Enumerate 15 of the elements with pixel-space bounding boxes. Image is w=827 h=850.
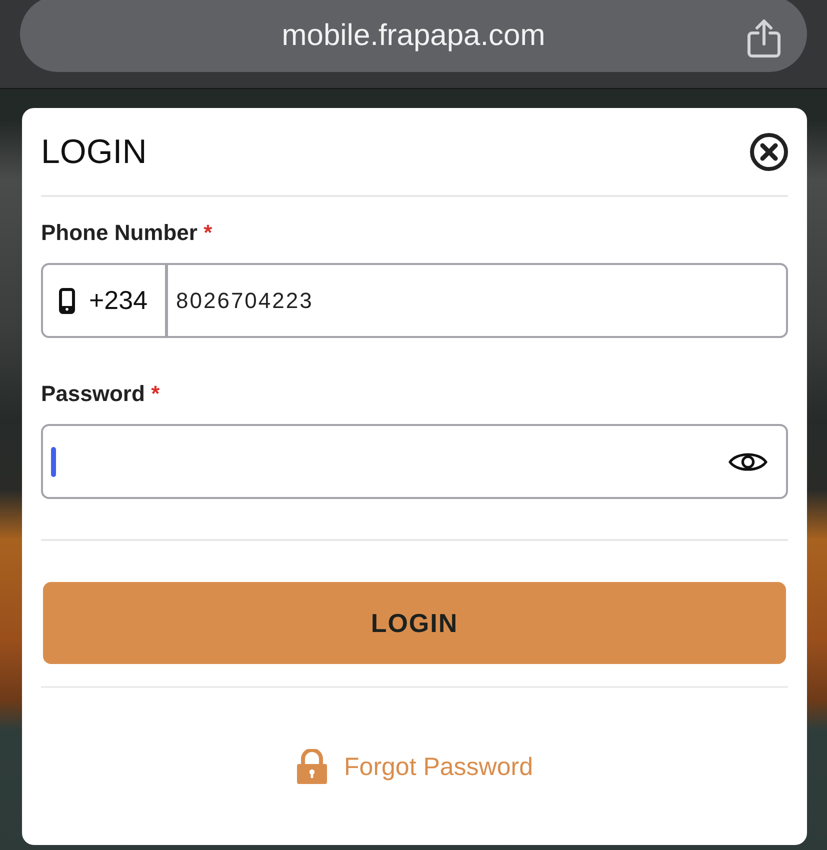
dialog-title: LOGIN bbox=[41, 132, 147, 172]
share-icon bbox=[747, 18, 781, 58]
password-label: Password * bbox=[41, 380, 161, 408]
country-code-prefix[interactable]: +234 bbox=[41, 263, 167, 338]
phone-number-field[interactable]: 8026704223 bbox=[166, 263, 788, 338]
address-bar[interactable]: mobile.frapapa.com bbox=[20, 0, 807, 72]
share-button[interactable] bbox=[747, 18, 781, 58]
close-icon bbox=[749, 132, 789, 172]
lock-icon bbox=[296, 749, 328, 785]
phone-number-label: Phone Number * bbox=[41, 219, 214, 247]
login-button[interactable]: LOGIN bbox=[43, 582, 786, 664]
close-button[interactable] bbox=[749, 132, 789, 172]
password-field[interactable] bbox=[41, 424, 788, 499]
address-url: mobile.frapapa.com bbox=[282, 18, 546, 54]
mobile-phone-icon bbox=[59, 288, 75, 314]
